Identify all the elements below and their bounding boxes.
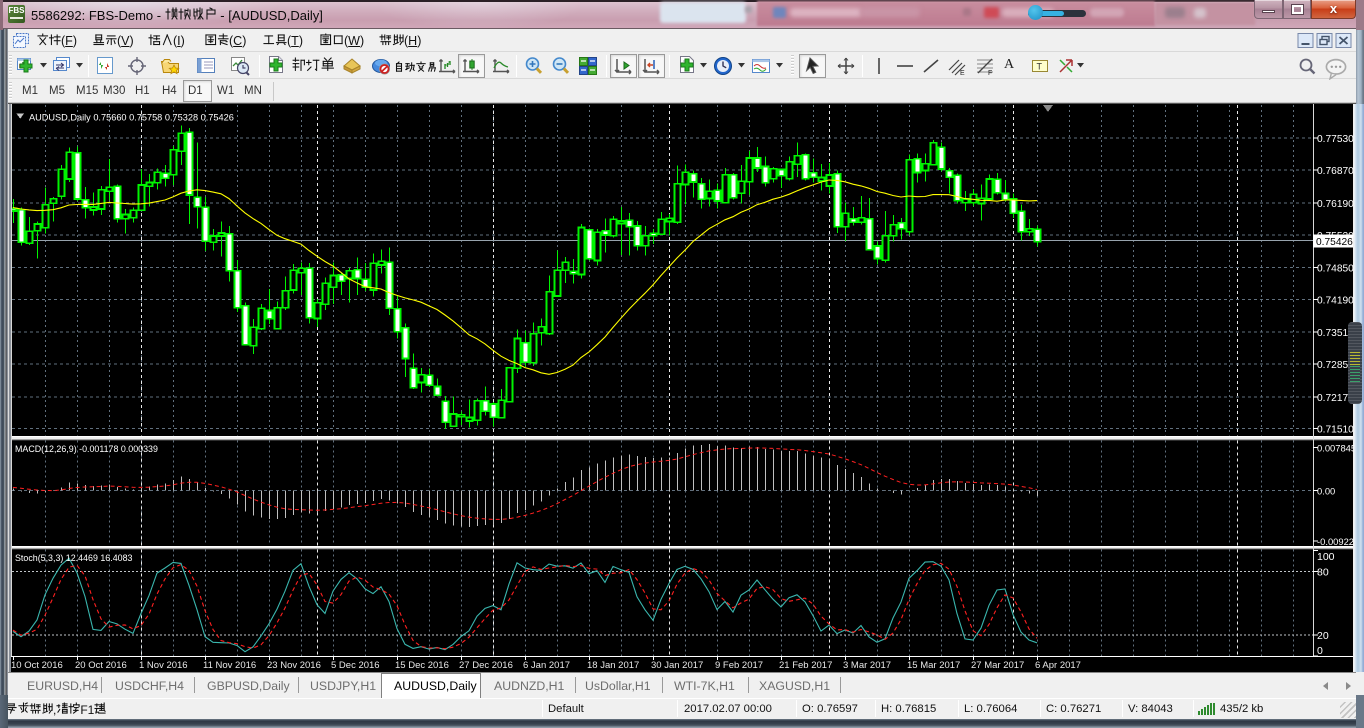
- svg-text:27 Mar 2017: 27 Mar 2017: [971, 660, 1024, 671]
- svg-text:0.74190: 0.74190: [1317, 295, 1354, 306]
- svg-text:0: 0: [1317, 645, 1323, 657]
- svg-text:10 Oct 2016: 10 Oct 2016: [11, 660, 63, 671]
- svg-text:20 Oct 2016: 20 Oct 2016: [75, 660, 127, 671]
- svg-text:15 Mar 2017: 15 Mar 2017: [907, 660, 960, 671]
- svg-text:0.76190: 0.76190: [1317, 199, 1354, 210]
- svg-text:6 Apr 2017: 6 Apr 2017: [1035, 660, 1081, 671]
- svg-text:21 Feb 2017: 21 Feb 2017: [779, 660, 832, 671]
- svg-text:-0.00922: -0.00922: [1317, 536, 1354, 547]
- svg-text:15 Dec 2016: 15 Dec 2016: [395, 660, 449, 671]
- svg-text:Stoch(5,3,3) 12.4469 16.4083: Stoch(5,3,3) 12.4469 16.4083: [15, 553, 133, 563]
- svg-text:1 Nov 2016: 1 Nov 2016: [139, 660, 188, 671]
- svg-text:0.77530: 0.77530: [1317, 134, 1354, 145]
- svg-text:100: 100: [1317, 551, 1335, 563]
- svg-text:3 Mar 2017: 3 Mar 2017: [843, 660, 891, 671]
- svg-text:20: 20: [1317, 630, 1329, 642]
- svg-text:23 Nov 2016: 23 Nov 2016: [267, 660, 321, 671]
- svg-text:27 Dec 2016: 27 Dec 2016: [459, 660, 513, 671]
- svg-text:0.00: 0.00: [1317, 486, 1335, 497]
- svg-text:0.76870: 0.76870: [1317, 166, 1354, 177]
- svg-text:0.74850: 0.74850: [1317, 264, 1354, 275]
- svg-text:30 Jan 2017: 30 Jan 2017: [651, 660, 703, 671]
- svg-text:0.007845: 0.007845: [1317, 443, 1356, 454]
- svg-text:80: 80: [1317, 567, 1329, 579]
- svg-text:11 Nov 2016: 11 Nov 2016: [203, 660, 256, 671]
- svg-text:MACD(12,26,9) -0.001178 0.0003: MACD(12,26,9) -0.001178 0.000339: [15, 444, 158, 454]
- svg-text:0.71510: 0.71510: [1317, 425, 1354, 436]
- svg-text:9 Feb 2017: 9 Feb 2017: [715, 660, 763, 671]
- svg-text:18 Jan 2017: 18 Jan 2017: [587, 660, 639, 671]
- svg-text:0.75426: 0.75426: [1316, 237, 1353, 248]
- svg-text:6 Jan 2017: 6 Jan 2017: [523, 660, 570, 671]
- svg-text:AUDUSD,Daily 0.75660 0.75758: AUDUSD,Daily 0.75660 0.75758 0.75328 0.7…: [29, 113, 234, 123]
- svg-text:5 Dec 2016: 5 Dec 2016: [331, 660, 380, 671]
